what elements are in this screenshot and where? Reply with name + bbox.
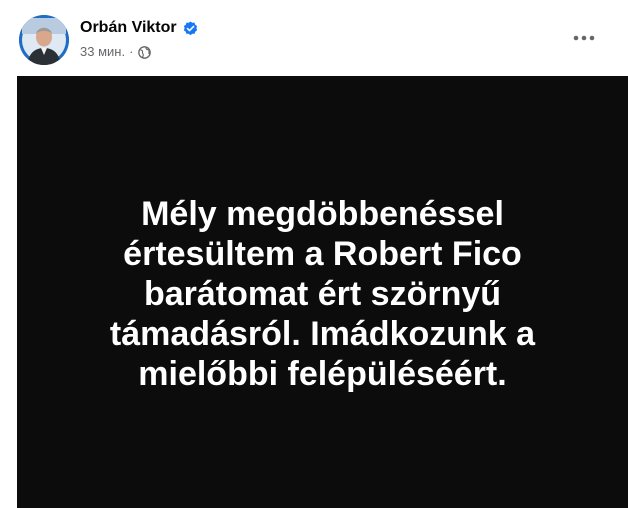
image-text-line: barátomat ért szörnyű bbox=[143, 275, 502, 313]
meta-separator: · bbox=[129, 44, 134, 59]
verified-badge-icon bbox=[183, 20, 198, 36]
post-image[interactable]: Mély megdöbbenéssel értesültem a Robert … bbox=[17, 76, 628, 508]
post-image-text: Mély megdöbbenéssel értesültem a Robert … bbox=[63, 194, 583, 394]
avatar-portrait-icon bbox=[19, 15, 69, 65]
post-timestamp[interactable]: 33 мин. bbox=[80, 43, 125, 61]
globe-icon[interactable] bbox=[138, 45, 152, 59]
author-avatar[interactable] bbox=[19, 15, 69, 65]
post-meta: 33 мин. · bbox=[80, 43, 152, 61]
image-text-line: Mély megdöbbenéssel bbox=[141, 195, 504, 233]
image-text-line: mielőbbi felépüléséért. bbox=[138, 355, 507, 393]
image-text-line: értesültem a Robert Fico bbox=[123, 235, 522, 273]
author-row: Orbán Viktor bbox=[80, 17, 198, 39]
facebook-post: Orbán Viktor 33 мин. · Mély megdöbbenéss… bbox=[0, 0, 628, 508]
author-name[interactable]: Orbán Viktor bbox=[80, 17, 177, 39]
more-options-icon bbox=[573, 35, 595, 41]
more-options-button[interactable] bbox=[566, 24, 602, 52]
post-header: Orbán Viktor 33 мин. · bbox=[0, 0, 628, 76]
image-text-line: támadásról. Imádkozunk a bbox=[109, 315, 536, 353]
